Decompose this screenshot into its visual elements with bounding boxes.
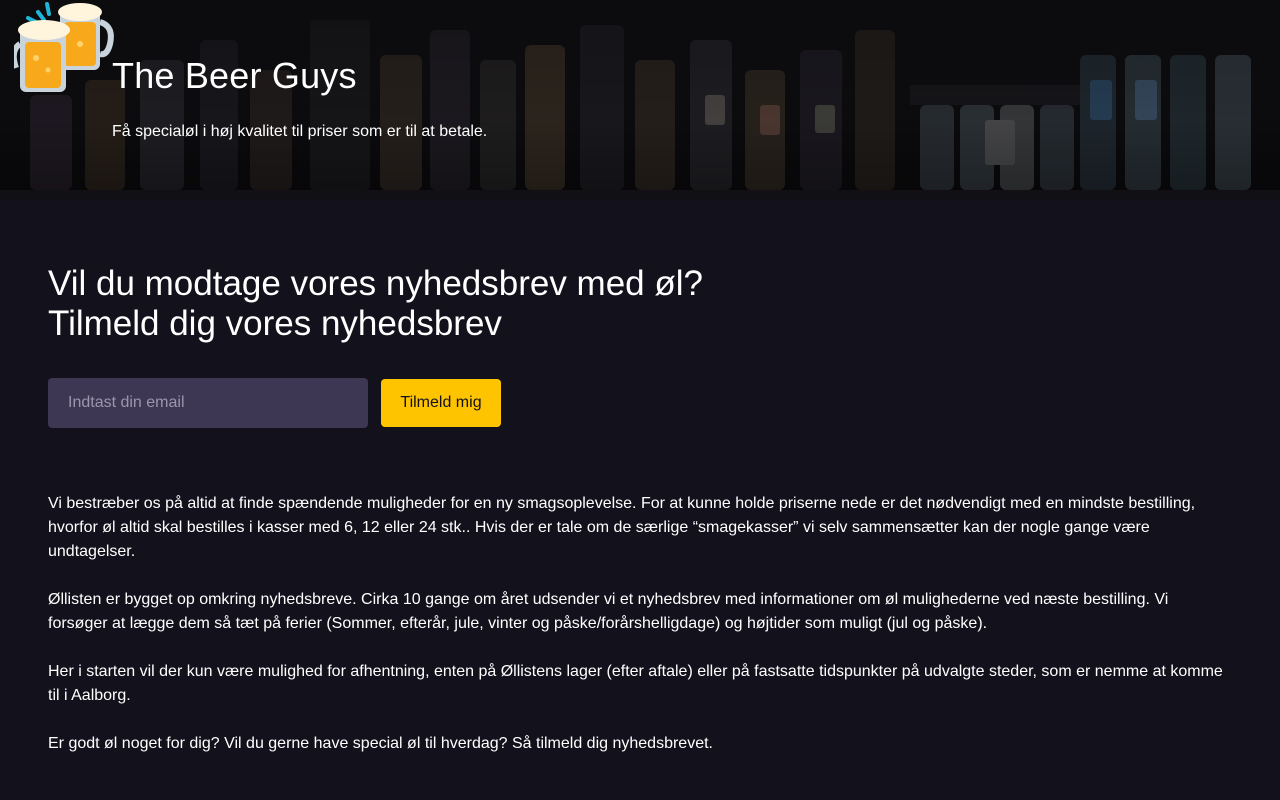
info-paragraph: Her i starten vil der kun være mulighed … (48, 663, 1223, 704)
hero-banner: The Beer Guys Få specialøl i høj kvalite… (0, 0, 1280, 200)
info-paragraph: Vi bestræber os på altid at finde spænde… (48, 495, 1196, 560)
site-tagline: Få specialøl i høj kvalitet til priser s… (112, 123, 488, 140)
email-input[interactable] (48, 378, 368, 428)
subscribe-button[interactable]: Tilmeld mig (381, 379, 501, 427)
beer-mugs-logo-icon (14, 2, 114, 92)
newsletter-headline: Vil du modtage vores nyhedsbrev med øl? … (48, 264, 1232, 344)
newsletter-headline-line2: Tilmeld dig vores nyhedsbrev (48, 304, 502, 343)
main-content: Vil du modtage vores nyhedsbrev med øl? … (0, 264, 1280, 756)
newsletter-signup-form: Tilmeld mig (48, 378, 1232, 428)
site-title: The Beer Guys (112, 55, 357, 96)
newsletter-headline-line1: Vil du modtage vores nyhedsbrev med øl? (48, 264, 703, 303)
hero-overlay (0, 0, 1280, 200)
info-paragraph: Er godt øl noget for dig? Vil du gerne h… (48, 735, 713, 752)
info-paragraph: Øllisten er bygget op omkring nyhedsbrev… (48, 591, 1169, 632)
info-text: Vi bestræber os på altid at finde spænde… (48, 492, 1232, 756)
